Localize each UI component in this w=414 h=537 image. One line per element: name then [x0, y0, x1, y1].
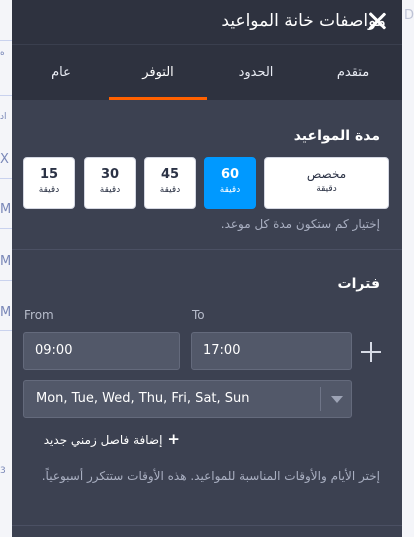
duration-unit: دقيقة [219, 185, 241, 195]
plus-icon: + [167, 430, 180, 448]
active-tab-indicator [109, 97, 207, 100]
background-fragment: X [0, 152, 9, 167]
panel-header: مواصفات خانة المواعيد [12, 0, 402, 44]
add-time-icon[interactable] [361, 341, 383, 363]
days-select[interactable]: Mon, Tue, Wed, Thu, Fri, Sat, Sun [23, 380, 352, 418]
intervals-note: إختر الأيام والأوقات المناسبة للمواعيد. … [41, 469, 380, 483]
background-fragment: M [0, 305, 12, 320]
duration-value: 45 [160, 167, 180, 182]
section-divider [12, 249, 402, 250]
duration-help-text: إختيار كم ستكون مدة كل موعد. [220, 217, 380, 231]
duration-unit: دقيقة [159, 185, 181, 195]
from-label: From [24, 308, 54, 322]
to-time-input[interactable]: 17:00 [191, 332, 352, 370]
panel-title: مواصفات خانة المواعيد [221, 11, 386, 31]
duration-unit: دقيقة [99, 185, 121, 195]
background-fragment: 3 [0, 466, 6, 476]
add-interval-button[interactable]: + إضافة فاصل زمني جديد [44, 430, 180, 448]
tab-limits[interactable]: الحدود [207, 45, 305, 101]
intervals-section-title: فترات [337, 276, 380, 292]
duration-unit: دقيقة [38, 185, 60, 195]
duration-unit: دقيقة [316, 184, 337, 194]
chevron-down-icon [331, 396, 343, 403]
tab-availability[interactable]: التوفر [109, 45, 207, 101]
tab-bar: عام التوفر الحدود متقدم [12, 44, 402, 100]
background-fragment: M [0, 202, 12, 217]
close-icon[interactable] [365, 9, 389, 33]
tab-general[interactable]: عام [12, 45, 110, 101]
duration-value: 30 [100, 167, 120, 182]
background-page-right: D [400, 0, 414, 537]
background-fragment: ه [0, 48, 5, 58]
duration-value: 15 [39, 167, 59, 182]
custom-label: مخصص [306, 167, 347, 181]
tab-advanced[interactable]: متقدم [304, 45, 402, 101]
duration-custom-button[interactable]: مخصص دقيقة [264, 157, 389, 209]
duration-section-title: مدة المواعيد [293, 128, 380, 144]
duration-45-button[interactable]: 45 دقيقة [144, 157, 196, 209]
duration-60-button[interactable]: 60 دقيقة [204, 157, 256, 209]
duration-value: 60 [220, 167, 240, 182]
section-divider [12, 525, 402, 526]
duration-15-button[interactable]: 15 دقيقة [23, 157, 75, 209]
to-label: To [192, 308, 205, 322]
background-fragment: اد [0, 112, 7, 122]
background-fragment: M [0, 254, 12, 269]
days-select-value: Mon, Tue, Wed, Thu, Fri, Sat, Sun [36, 391, 250, 406]
background-fragment: D [403, 8, 414, 23]
from-time-input[interactable]: 09:00 [23, 332, 180, 370]
background-page-left: ه اد X M M M 3 [0, 0, 12, 537]
appointment-properties-panel: مواصفات خانة المواعيد عام التوفر الحدود … [12, 0, 402, 537]
add-interval-label: إضافة فاصل زمني جديد [43, 433, 163, 447]
duration-30-button[interactable]: 30 دقيقة [84, 157, 136, 209]
